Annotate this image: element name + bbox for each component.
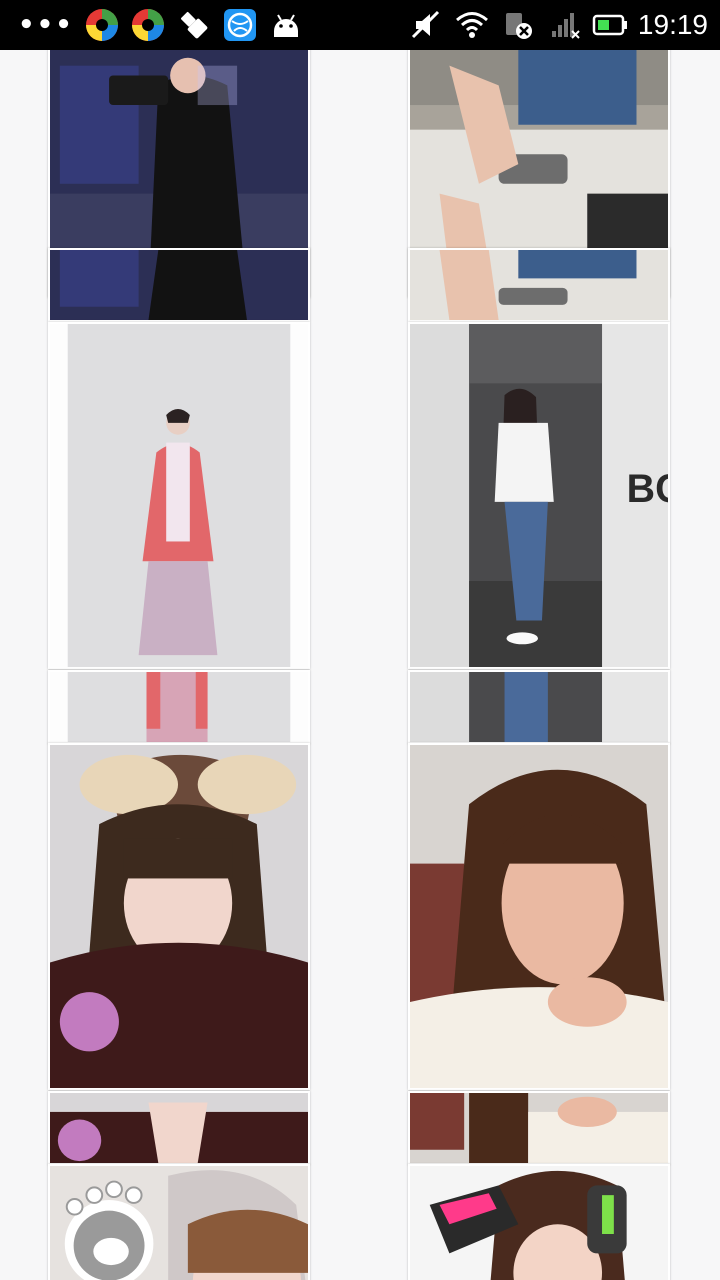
photo-feed[interactable]: BC xyxy=(0,50,720,1280)
android-icon xyxy=(273,14,298,37)
photo-tile[interactable] xyxy=(408,248,670,322)
photo-tile[interactable]: BC xyxy=(408,322,670,669)
photo-tile[interactable] xyxy=(408,1164,670,1280)
photo-tile[interactable] xyxy=(48,743,310,1090)
browser-globe-icon xyxy=(223,9,256,41)
mute-icon xyxy=(411,10,439,39)
app-swirl-icon xyxy=(85,9,118,41)
photo-tile[interactable] xyxy=(408,743,670,1090)
clock: 19:19 xyxy=(637,9,708,40)
overflow-dots: ••• xyxy=(18,10,74,40)
svg-text:BC: BC xyxy=(627,467,668,511)
photo-tile[interactable] xyxy=(408,1091,670,1165)
status-bar-left: ••• xyxy=(18,7,304,43)
status-bar-right: 19:19 xyxy=(408,7,708,43)
photo-tile[interactable] xyxy=(48,248,310,322)
photo-tile[interactable] xyxy=(48,1091,310,1165)
photo-tile[interactable] xyxy=(48,1164,310,1280)
photo-tile[interactable] xyxy=(48,322,310,669)
usb-debug-icon xyxy=(180,11,208,39)
status-bar: ••• 19:19 xyxy=(0,0,720,50)
photo-tile[interactable] xyxy=(408,670,670,744)
wifi-icon xyxy=(455,12,488,38)
battery-icon xyxy=(592,14,627,36)
photo-tile[interactable] xyxy=(48,670,310,744)
signal-icon xyxy=(551,13,580,39)
app-swirl-icon xyxy=(131,9,164,41)
data-off-icon xyxy=(505,13,532,39)
